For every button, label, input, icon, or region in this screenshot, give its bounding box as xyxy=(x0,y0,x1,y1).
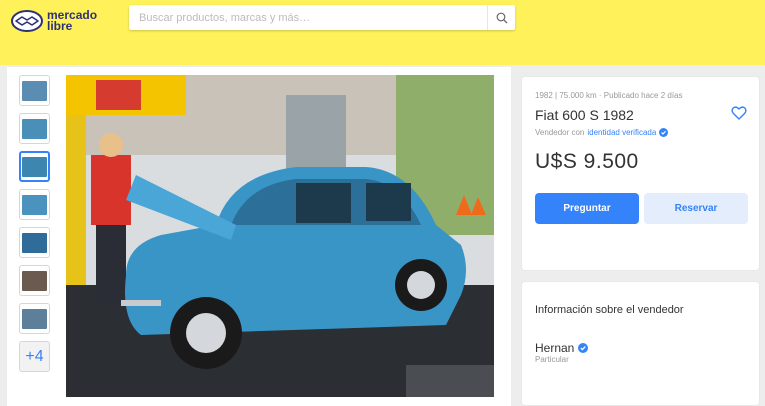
listing-title: Fiat 600 S 1982 xyxy=(535,107,634,123)
search-button[interactable] xyxy=(487,5,515,30)
seller-heading: Información sobre el vendedor xyxy=(535,304,684,316)
reserve-button[interactable]: Reservar xyxy=(644,193,748,224)
verified-badge-icon xyxy=(578,343,589,353)
thumbnail[interactable] xyxy=(19,227,50,258)
thumbnail[interactable] xyxy=(19,75,50,106)
search-input[interactable] xyxy=(129,5,487,30)
listing-price: U$S 9.500 xyxy=(535,150,639,173)
thumbnail-list: +4 xyxy=(19,75,52,379)
listing-meta: 1982 | 75.000 km · Publicado hace 2 días xyxy=(535,91,683,100)
car-photo-image xyxy=(66,75,494,397)
listing-info-card: 1982 | 75.000 km · Publicado hace 2 días… xyxy=(521,76,760,271)
seller-name-row: Hernan xyxy=(535,341,589,355)
mercadolibre-logo[interactable]: mercado libre xyxy=(11,6,101,36)
more-photos-button[interactable]: +4 xyxy=(19,341,50,372)
thumbnail[interactable] xyxy=(19,113,50,144)
seller-type: Particular xyxy=(535,355,569,364)
verified-identity-link[interactable]: identidad verificada xyxy=(587,128,656,137)
seller-prefix: Vendedor con xyxy=(535,128,585,137)
handshake-logo-icon xyxy=(11,10,43,32)
main-photo[interactable] xyxy=(66,75,494,397)
heart-icon[interactable] xyxy=(731,105,747,121)
search-icon xyxy=(496,12,507,23)
thumbnail[interactable] xyxy=(19,265,50,296)
logo-wordmark: mercado libre xyxy=(47,9,97,33)
search-bar xyxy=(129,5,515,30)
seller-info-card: Información sobre el vendedor Hernan Par… xyxy=(521,281,760,406)
verified-badge-icon xyxy=(659,128,669,137)
logo-text-line2: libre xyxy=(47,19,73,33)
gallery-card: +4 xyxy=(7,67,511,406)
ask-button[interactable]: Preguntar xyxy=(535,193,639,224)
thumbnail[interactable] xyxy=(19,303,50,334)
seller-verification-line: Vendedor con identidad verificada xyxy=(535,128,669,137)
thumbnail[interactable] xyxy=(19,189,50,220)
top-header: mercado libre xyxy=(0,0,765,65)
seller-name[interactable]: Hernan xyxy=(535,341,574,355)
thumbnail-active[interactable] xyxy=(19,151,50,182)
